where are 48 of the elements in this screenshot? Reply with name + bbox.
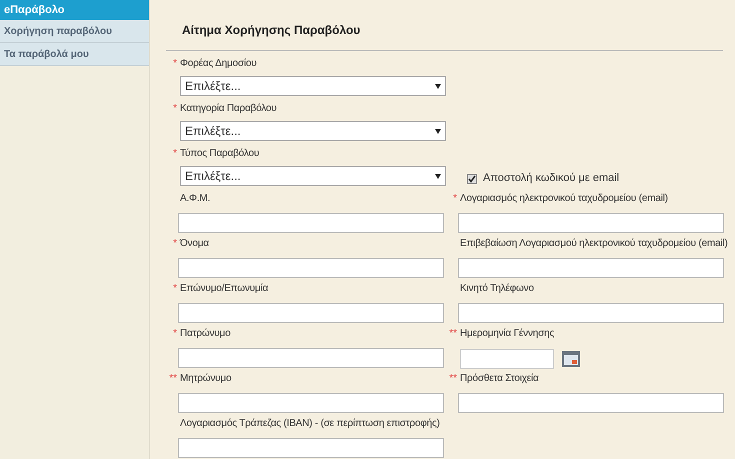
text-field[interactable] xyxy=(178,303,444,323)
field-label: Φορέας Δημοσίου xyxy=(180,57,257,71)
text-field[interactable] xyxy=(458,213,724,233)
required-marker: * xyxy=(173,238,177,249)
date-field[interactable] xyxy=(460,349,554,369)
caret-icon xyxy=(435,128,441,134)
required-marker: * xyxy=(173,283,177,294)
caret-icon xyxy=(435,174,441,178)
text-field[interactable] xyxy=(458,303,724,323)
field-label: Πρόσθετα Στοιχεία xyxy=(460,372,539,386)
required-marker: ** xyxy=(449,328,457,339)
field-label: Μητρώνυμο xyxy=(180,372,232,386)
text-field[interactable] xyxy=(178,438,444,458)
required-marker: * xyxy=(173,58,177,69)
text-field[interactable] xyxy=(178,213,444,233)
calendar-icon[interactable] xyxy=(562,351,580,367)
required-marker: * xyxy=(173,148,177,159)
required-marker: ** xyxy=(169,373,177,384)
form-title: Αίτημα Χορήγησης Παραβόλου xyxy=(182,23,360,37)
field-label: Τύπος Παραβόλου xyxy=(180,147,260,161)
select-field[interactable]: Επιλέξτε... xyxy=(180,76,446,96)
required-marker: * xyxy=(173,328,177,339)
checkbox[interactable] xyxy=(467,174,477,184)
select-field[interactable]: Επιλέξτε... xyxy=(180,121,446,141)
sidebar-item[interactable]: Χορήγηση παραβόλου xyxy=(0,20,149,43)
field-label: Ημερομηνία Γέννησης xyxy=(460,327,554,341)
required-marker: ** xyxy=(449,373,457,384)
field-label: Κατηγορία Παραβόλου xyxy=(180,102,277,116)
select-field[interactable]: Επιλέξτε... xyxy=(180,166,446,186)
text-field[interactable] xyxy=(178,393,444,413)
sidebar-title: eΠαράβολο xyxy=(0,0,149,20)
field-label: Πατρώνυμο xyxy=(180,327,230,341)
required-marker: * xyxy=(173,103,177,114)
sidebar-item[interactable]: Τα παράβολά μου xyxy=(0,43,149,66)
checkbox-label: Αποστολή κωδικού με email xyxy=(483,171,620,186)
field-label: Λογαριασμός ηλεκτρονικού ταχυδρομείου (email) xyxy=(460,192,668,206)
field-label: Κινητό Τηλέφωνο xyxy=(460,282,534,296)
field-label: Επώνυμο/Επωνυμία xyxy=(180,282,268,296)
caret-icon xyxy=(435,84,441,88)
text-field[interactable] xyxy=(178,258,444,278)
field-label: Λογαριασμός Τράπεζας (IBAN) - (σε περίπτωση επιστροφής) xyxy=(180,417,440,431)
text-field[interactable] xyxy=(458,258,724,278)
field-label: Επιβεβαίωση Λογαριασμού ηλεκτρονικού ταχυδρομείου (email) xyxy=(460,237,728,251)
text-field[interactable] xyxy=(178,348,444,368)
field-label: Όνομα xyxy=(180,237,209,251)
required-marker: * xyxy=(453,193,457,204)
text-field[interactable] xyxy=(458,393,724,413)
field-label: Α.Φ.Μ. xyxy=(180,192,210,206)
